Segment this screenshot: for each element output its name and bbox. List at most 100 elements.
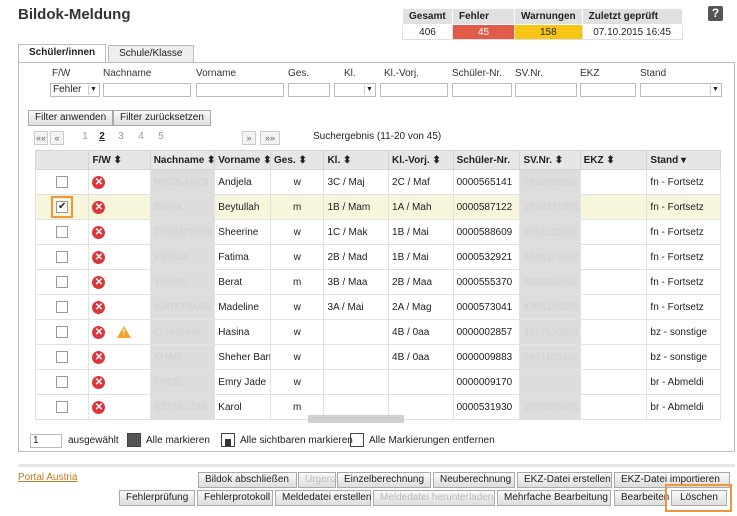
pager-page-4[interactable]: 4 [136, 131, 146, 145]
cell-klvorj: 1B / Mai [388, 244, 454, 270]
row-checkbox[interactable] [56, 226, 69, 238]
selected-count-field[interactable]: 1 [30, 434, 62, 448]
table-row[interactable]: ✕ FROE Emry Jade w 0000009170 br - Abmeldi [34, 369, 721, 395]
cell-ges-text: m [293, 276, 302, 288]
bearbeiten-button[interactable]: Bearbeiten [614, 490, 669, 506]
cell-icon [34, 169, 90, 195]
pager-page-1[interactable]: 1 [80, 131, 90, 145]
fehlerpruefung-button[interactable]: Fehlerprüfung [119, 490, 195, 506]
cell-ges-text: w [293, 226, 301, 238]
cell-stand: fn - Fortsetz [646, 269, 721, 295]
filter-vorname-input[interactable] [196, 83, 284, 97]
cell-vorname-text: Fatima [218, 251, 249, 263]
cell-icon: ✕ [88, 244, 151, 270]
cell-icon: ✕ [88, 219, 151, 245]
warning-triangle-icon: ! [117, 326, 132, 338]
header-klvorj[interactable]: Kl.-Vorj. ⬍ [388, 150, 454, 170]
cell-svnr-text: 4068280801 [523, 276, 580, 288]
cell-klvorj: 2A / Mag [388, 294, 454, 320]
cell-vorname-text: Beytullah [218, 201, 260, 213]
header-stand[interactable]: Stand ▾ [646, 150, 721, 170]
table-row[interactable]: ✕ KHAN Sheher Ban w 4B / 0aa 0000009883 344110… [34, 344, 721, 370]
header-schuelernr[interactable]: Schüler-Nr. [452, 150, 521, 170]
portal-link[interactable]: Portal Austria [18, 472, 77, 483]
filter-apply-button[interactable]: Filter anwenden [28, 110, 114, 126]
neuberechnung-button[interactable]: Neuberechnung [433, 472, 515, 488]
table-row[interactable]: ✔ ✕ Baalla Beytullah m 1B / Mam 1A / Mah 000058… [34, 194, 721, 220]
cell-stand: br - Abmeldi [646, 394, 721, 420]
row-checkbox[interactable] [56, 176, 69, 188]
ekz-datei-erstellen-button[interactable]: EKZ-Datei erstellen [517, 472, 612, 488]
pager-page-2[interactable]: 2 [97, 131, 107, 145]
filter-schuelernr-input[interactable] [452, 83, 512, 97]
row-checkbox[interactable] [56, 401, 69, 413]
cell-nr-text: 0000565141 [456, 176, 513, 188]
error-x-icon: ✕ [92, 225, 106, 239]
tab-schule[interactable]: Schule/Klasse [108, 45, 194, 62]
pager-page-5[interactable]: 5 [156, 131, 166, 145]
cell-svnr [519, 369, 581, 395]
horizontal-scrollbar[interactable] [308, 415, 404, 423]
filter-ekz-input[interactable] [580, 83, 636, 97]
table-row[interactable]: ✕ WATERMAN Madeline w 3A / Mai 2A / Mag 000057… [34, 294, 721, 320]
meldedatei-erstellen-button[interactable]: Meldedatei erstellen [275, 490, 372, 506]
header-vorname[interactable]: Vorname ⬍ [214, 150, 271, 170]
cell-nachname: WATERMAN [149, 294, 216, 320]
row-checkbox[interactable] [56, 276, 69, 288]
header-nachname[interactable]: Nachname ⬍ [149, 150, 216, 170]
table-row[interactable]: ✕ THOMPSON Sheerine w 1C / Mak 1B / Mai 000058… [34, 219, 721, 245]
pager-prev-button[interactable]: « [50, 131, 64, 145]
filter-fw-select[interactable]: Fehler ▼ [50, 83, 100, 97]
cell-vorname: Sheerine [214, 219, 271, 245]
table-row[interactable]: ✕ YURAL Berat m 3B / Maa 2B / Maa 0000555370 40… [34, 269, 721, 295]
cell-vorname-text: Sheher Ban [218, 351, 271, 363]
pager-last-button[interactable]: »» [260, 131, 280, 145]
header-kl[interactable]: Kl. ⬍ [323, 150, 390, 170]
table-row[interactable]: ✕ NIKOLANDI Andjela w 3C / Maj 2C / Maf 000056… [34, 169, 721, 195]
filter-kl-select[interactable]: ▼ [334, 83, 376, 97]
filter-reset-button[interactable]: Filter zurücksetzen [113, 110, 211, 126]
pager-next-button[interactable]: » [242, 131, 256, 145]
tab-schueler[interactable]: Schüler/innen [18, 44, 107, 62]
cell-icon [34, 269, 90, 295]
error-x-icon: ✕ [92, 275, 106, 289]
einzelberechnung-button[interactable]: Einzelberechnung [337, 472, 431, 488]
table-row[interactable]: ✕! CHAIBANI Hasina w 4B / 0aa 0000002857 45171… [34, 319, 721, 345]
mark-visible-icon[interactable] [221, 433, 235, 447]
student-table: F/W ⬍ Nachname ⬍ Vorname ⬍ Ges. ⬍ Kl. ⬍ … [34, 150, 721, 420]
meldedatei-herunterladen-button[interactable]: Meldedatei herunterladen [373, 490, 495, 506]
cell-nr: 0000565141 [452, 169, 521, 195]
filter-svnr-input[interactable] [515, 83, 577, 97]
help-icon[interactable]: ? [708, 6, 723, 21]
pager-page-3[interactable]: 3 [116, 131, 126, 145]
unmark-all-label[interactable]: Alle Markierungen entfernen [369, 435, 495, 446]
table-row[interactable]: ✕ VIDEDI Fatima w 2B / Mad 1B / Mai 0000532921… [34, 244, 721, 270]
filter-nachname-input[interactable] [103, 83, 191, 97]
header-fw[interactable]: F/W ⬍ [88, 150, 151, 170]
row-checkbox[interactable] [56, 251, 69, 263]
bildok-abschliessen-button[interactable]: Bildok abschließen [198, 472, 297, 488]
mark-all-label[interactable]: Alle markieren [146, 435, 210, 446]
filter-klvorj-input[interactable] [380, 83, 448, 97]
cell-nachname: CHAIBANI [149, 319, 216, 345]
row-checkbox[interactable] [56, 351, 69, 363]
urgenz-button[interactable]: Urgenz [298, 472, 337, 488]
cell-vorname-text: Emry Jade [218, 376, 267, 388]
row-checkbox[interactable] [56, 326, 69, 338]
header-ges[interactable]: Ges. ⬍ [269, 150, 325, 170]
row-checkbox[interactable]: ✔ [51, 196, 74, 218]
header-svnr[interactable]: SV.Nr. ⬍ [519, 150, 581, 170]
mehrfache-bearbeitung-button[interactable]: Mehrfache Bearbeitung [497, 490, 611, 506]
mark-all-icon[interactable] [127, 433, 141, 447]
header-ekz[interactable]: EKZ ⬍ [579, 150, 648, 170]
unmark-all-icon[interactable] [350, 433, 364, 447]
error-x-icon: ✕ [92, 350, 106, 364]
pager-first-button[interactable]: «« [34, 131, 48, 145]
filter-stand-select[interactable]: ▼ [640, 83, 722, 97]
fehlerprotokoll-button[interactable]: Fehlerprotokoll [197, 490, 273, 506]
row-checkbox[interactable] [56, 301, 69, 313]
cell-stand-text: fn - Fortsetz [650, 301, 704, 313]
filter-ges-input[interactable] [288, 83, 330, 97]
mark-visible-label[interactable]: Alle sichtbaren markieren [240, 435, 353, 446]
row-checkbox[interactable] [56, 376, 69, 388]
